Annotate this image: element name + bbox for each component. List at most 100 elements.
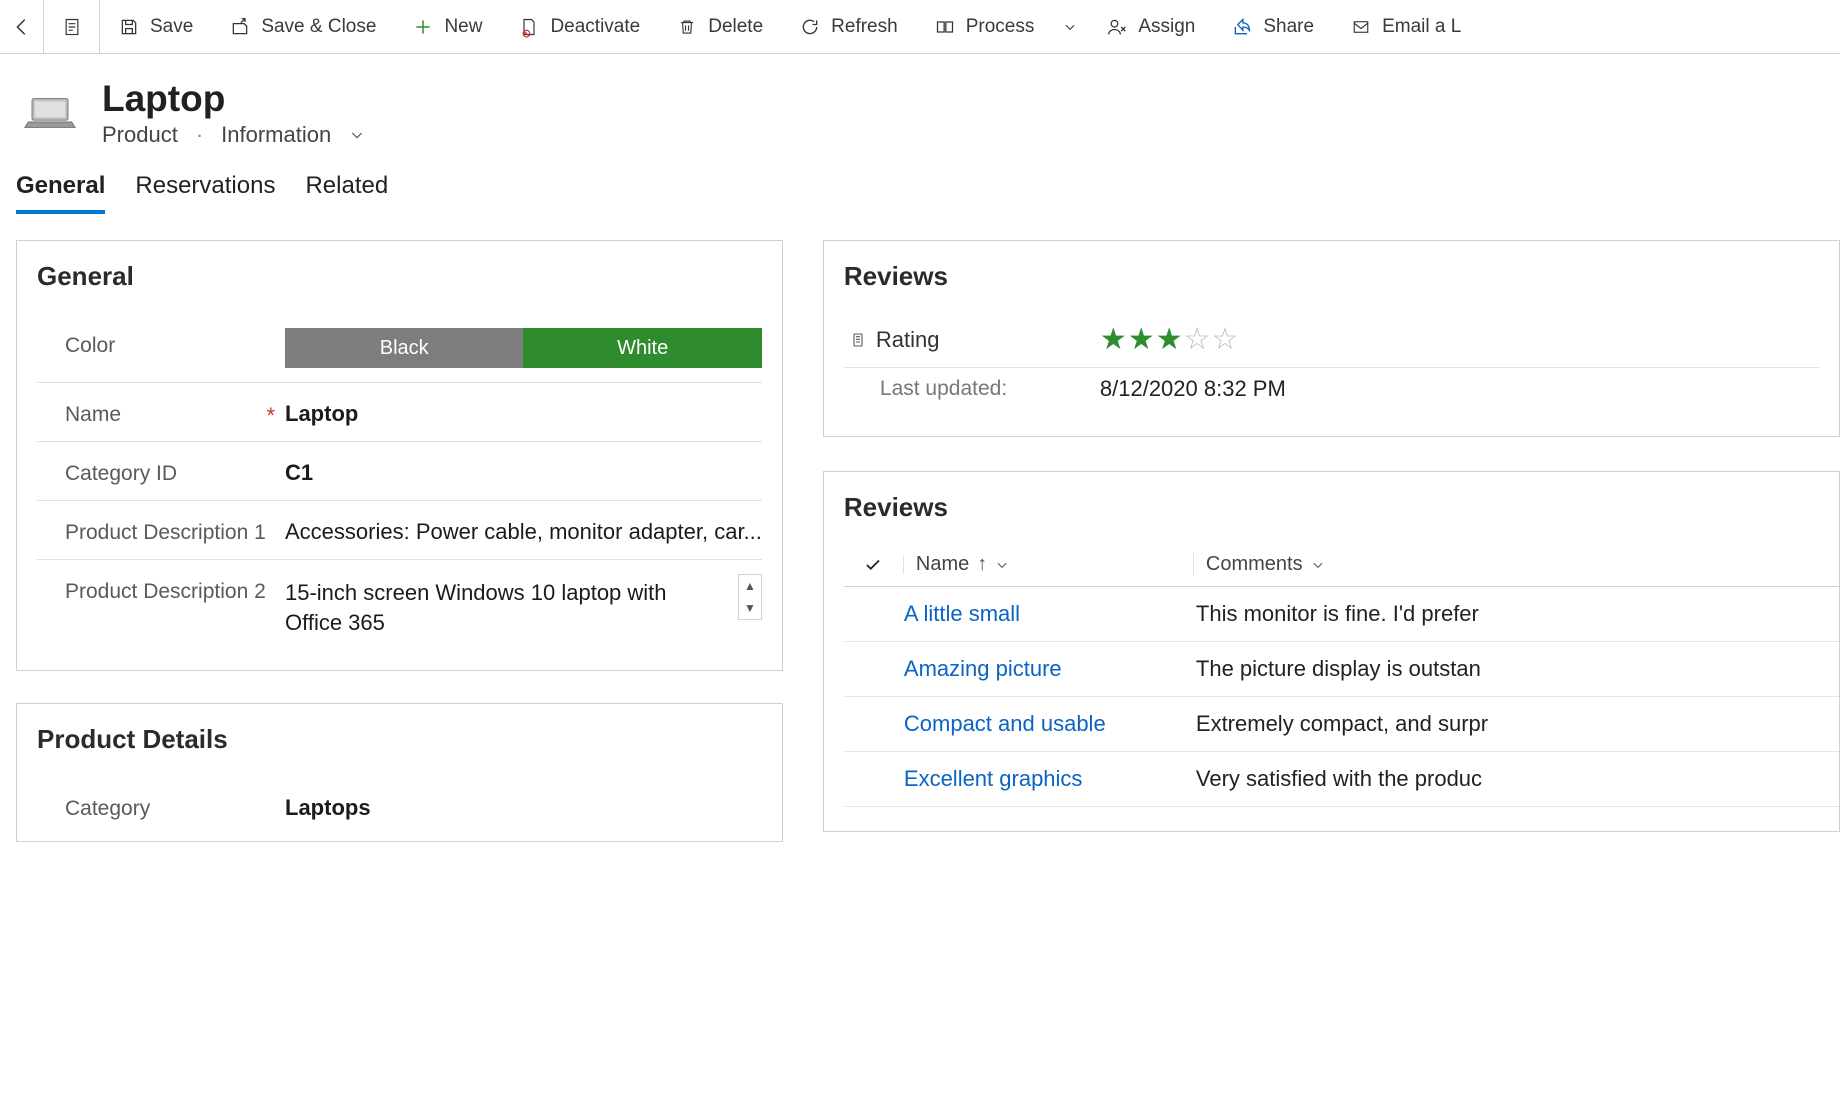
review-comment: Very satisfied with the produc — [1194, 766, 1482, 792]
plus-icon — [412, 16, 434, 38]
tab-general[interactable]: General — [16, 166, 105, 214]
sort-asc-icon: ↑ — [977, 553, 987, 576]
new-label: New — [444, 16, 482, 38]
refresh-icon — [799, 16, 821, 38]
assign-button[interactable]: Assign — [1088, 0, 1213, 53]
color-option-black[interactable]: Black — [285, 328, 523, 368]
trash-icon — [676, 16, 698, 38]
review-name-link[interactable]: Excellent graphics — [904, 766, 1194, 792]
command-bar: Save Save & Close New Deactivate Delete … — [0, 0, 1840, 54]
save-label: Save — [150, 16, 193, 38]
table-row[interactable]: Excellent graphicsVery satisfied with th… — [844, 752, 1839, 807]
review-comment: Extremely compact, and surpr — [1194, 711, 1488, 737]
desc2-scroll[interactable]: ▲ ▼ — [738, 574, 762, 620]
product-details-title: Product Details — [37, 724, 762, 755]
process-menu-chevron[interactable] — [1052, 20, 1088, 34]
process-icon — [934, 16, 956, 38]
entity-name: Product — [102, 122, 178, 148]
tab-reservations[interactable]: Reservations — [135, 166, 275, 214]
review-name-link[interactable]: Compact and usable — [904, 711, 1194, 737]
reviews-summary-title: Reviews — [844, 261, 1819, 292]
name-field[interactable]: Laptop — [285, 397, 762, 427]
last-updated-label: Last updated: — [850, 377, 1007, 401]
refresh-button[interactable]: Refresh — [781, 0, 916, 53]
reviews-grid-section: Reviews Name ↑ Comments — [823, 471, 1840, 832]
save-close-button[interactable]: Save & Close — [211, 0, 394, 53]
form-name[interactable]: Information — [221, 122, 331, 148]
back-arrow-icon — [11, 16, 33, 38]
process-label: Process — [966, 16, 1035, 38]
separator-dot: · — [196, 122, 203, 148]
delete-label: Delete — [708, 16, 763, 38]
record-subtitle: Product · Information — [102, 122, 365, 148]
color-toggle[interactable]: Black White — [285, 328, 762, 368]
rating-stars[interactable]: ★ ★ ★ ☆ ☆ — [1100, 322, 1239, 357]
record-header: Laptop Product · Information — [0, 54, 1840, 158]
star-icon: ★ — [1128, 322, 1155, 357]
laptop-icon — [22, 93, 78, 133]
category-id-label: Category ID — [65, 456, 285, 486]
column-header-name[interactable]: Name ↑ — [904, 553, 1194, 576]
email-link-button[interactable]: Email a L — [1332, 0, 1479, 53]
desc2-label: Product Description 2 — [65, 574, 285, 604]
notes-button[interactable] — [44, 0, 100, 53]
scroll-up-icon[interactable]: ▲ — [739, 575, 761, 597]
share-label: Share — [1263, 16, 1314, 38]
assign-icon — [1106, 16, 1128, 38]
desc1-field[interactable]: Accessories: Power cable, monitor adapte… — [285, 515, 762, 545]
name-label: Name * — [65, 397, 285, 427]
record-title: Laptop — [102, 78, 365, 120]
star-outline-icon: ☆ — [1184, 322, 1211, 357]
star-icon: ★ — [1100, 322, 1127, 357]
share-button[interactable]: Share — [1213, 0, 1332, 53]
process-button[interactable]: Process — [916, 0, 1053, 53]
back-button[interactable] — [0, 0, 44, 53]
review-name-link[interactable]: Amazing picture — [904, 656, 1194, 682]
save-button[interactable]: Save — [100, 0, 211, 53]
required-asterisk: * — [266, 403, 275, 429]
save-close-icon — [229, 16, 251, 38]
product-details-section: Product Details Category Laptops — [16, 703, 783, 842]
table-row[interactable]: Compact and usableExtremely compact, and… — [844, 697, 1839, 752]
general-section-title: General — [37, 261, 762, 292]
reviews-grid-header: Name ↑ Comments — [844, 545, 1839, 587]
desc2-field[interactable]: 15-inch screen Windows 10 laptop with Of… — [285, 574, 730, 632]
column-header-comments[interactable]: Comments — [1194, 553, 1325, 576]
deactivate-label: Deactivate — [550, 16, 640, 38]
reviews-summary-section: Reviews Rating ★ ★ ★ ☆ ☆ Last — [823, 240, 1840, 437]
device-icon — [850, 329, 866, 351]
chevron-down-icon[interactable] — [995, 558, 1009, 572]
category-label: Category — [65, 791, 285, 821]
deactivate-icon — [518, 16, 540, 38]
email-label: Email a L — [1382, 16, 1461, 38]
tab-bar: General Reservations Related — [0, 158, 1840, 214]
general-section: General Color Black White Name * Laptop … — [16, 240, 783, 671]
review-comment: This monitor is fine. I'd prefer — [1194, 601, 1479, 627]
share-icon — [1231, 16, 1253, 38]
rating-label: Rating — [876, 327, 940, 353]
chevron-down-icon[interactable] — [1311, 558, 1325, 572]
reviews-grid-title: Reviews — [844, 492, 1839, 523]
color-option-white[interactable]: White — [523, 328, 761, 368]
category-field[interactable]: Laptops — [285, 791, 762, 821]
delete-button[interactable]: Delete — [658, 0, 781, 53]
category-id-field[interactable]: C1 — [285, 456, 762, 486]
save-close-label: Save & Close — [261, 16, 376, 38]
table-row[interactable]: A little smallThis monitor is fine. I'd … — [844, 587, 1839, 642]
reviews-grid-body: A little smallThis monitor is fine. I'd … — [844, 587, 1839, 807]
chevron-down-icon[interactable] — [349, 127, 365, 143]
deactivate-button[interactable]: Deactivate — [500, 0, 658, 53]
scroll-down-icon[interactable]: ▼ — [739, 597, 761, 619]
table-row[interactable]: Amazing pictureThe picture display is ou… — [844, 642, 1839, 697]
review-comment: The picture display is outstan — [1194, 656, 1481, 682]
new-button[interactable]: New — [394, 0, 500, 53]
select-all-checkbox[interactable] — [844, 556, 904, 574]
refresh-label: Refresh — [831, 16, 898, 38]
tab-related[interactable]: Related — [305, 166, 388, 214]
mail-icon — [1350, 16, 1372, 38]
notes-icon — [61, 16, 83, 38]
star-outline-icon: ☆ — [1212, 322, 1239, 357]
review-name-link[interactable]: A little small — [904, 601, 1194, 627]
assign-label: Assign — [1138, 16, 1195, 38]
save-icon — [118, 16, 140, 38]
